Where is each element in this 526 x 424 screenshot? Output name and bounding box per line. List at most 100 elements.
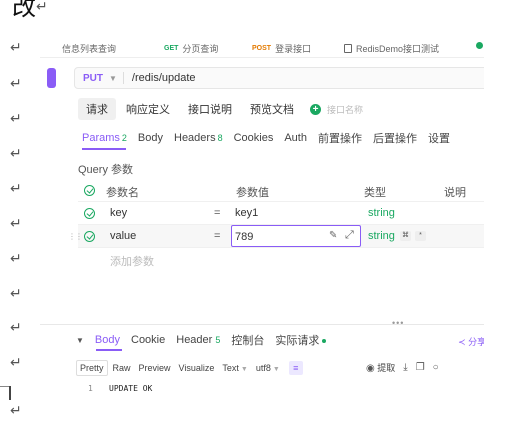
format-raw[interactable]: Raw (110, 361, 134, 375)
add-icon[interactable]: + (310, 103, 321, 115)
query-section-title: Query 参数 (78, 164, 134, 176)
tab-console[interactable]: 控制台 (231, 332, 264, 348)
url-input[interactable]: /redis/update (132, 72, 196, 84)
url-bar[interactable]: PUT ▼ /redis/update (74, 67, 484, 89)
tab-label: Cookies (233, 132, 274, 144)
tab-post-operations[interactable]: 后置操作 (373, 130, 417, 146)
params-table: 参数名 参数值 类型 说明 key = key1 string ⋮⋮ value… (68, 179, 484, 271)
param-name[interactable]: value (110, 230, 136, 242)
extract-button[interactable]: ◉ 提取 (366, 361, 395, 374)
paragraph-mark: ↵ (10, 355, 22, 371)
share-label: 分享 (468, 337, 484, 347)
tab-auth[interactable]: Auth (284, 132, 307, 144)
tab-login[interactable]: POST 登录接口 (252, 42, 311, 55)
param-type[interactable]: string (368, 230, 395, 242)
table-row: key = key1 string (78, 202, 484, 225)
tab-request[interactable]: 请求 (78, 98, 116, 120)
embedded-screenshot: 信息列表查询 GET 分页查询 POST 登录接口 RedisDemo接口测试 … (40, 34, 484, 406)
table-row: ⋮⋮ value = 789 ✎ ⤢ string ⌘ * (68, 225, 484, 248)
param-value[interactable]: key1 (235, 207, 258, 219)
collapse-chevron-icon[interactable]: ▼ (76, 336, 84, 345)
tab-settings[interactable]: 设置 (428, 130, 450, 146)
paragraph-mark: ↵ (10, 320, 22, 336)
row-checkbox[interactable] (84, 208, 95, 219)
download-icon[interactable]: ⤓ (403, 362, 407, 373)
select-all-checkbox[interactable] (84, 185, 95, 196)
tab-redis-demo[interactable]: RedisDemo接口测试 (344, 42, 439, 55)
row-checkbox[interactable] (84, 231, 95, 242)
format-pretty[interactable]: Pretty (76, 360, 108, 376)
divider (122, 72, 124, 84)
table-header-row: 参数名 参数值 类型 说明 (78, 179, 484, 202)
tab-label: Params (82, 132, 120, 144)
tab-params[interactable]: Params 2 (82, 132, 127, 144)
chevron-down-icon: ▼ (109, 73, 117, 83)
status-dot-icon (322, 339, 327, 344)
paragraph-mark: ↵ (10, 181, 22, 197)
tab-response-header[interactable]: Header 5 (176, 334, 220, 346)
tab-page-query[interactable]: GET 分页查询 (164, 42, 218, 55)
param-type[interactable]: string (368, 207, 395, 219)
tab-label: 分页查询 (182, 44, 219, 54)
wrap-lines-icon[interactable]: ≡ (288, 361, 303, 375)
tab-response-definition[interactable]: 响应定义 (118, 98, 178, 120)
paragraph-mark: ↵ (10, 251, 22, 267)
param-value-input[interactable]: 789 ✎ ⤢ (231, 225, 361, 247)
tab-info-list[interactable]: 信息列表查询 (62, 42, 116, 55)
share-button[interactable]: ≺ 分享 (458, 335, 484, 348)
equals-sign: = (214, 230, 221, 242)
tab-interface-description[interactable]: 接口说明 (180, 98, 240, 120)
count-badge: 8 (217, 133, 223, 143)
status-dot-icon (476, 42, 483, 49)
document-heading: 改↵ (12, 0, 48, 23)
response-body-viewer[interactable]: 1 UPDATE OK (76, 378, 484, 406)
format-visualize[interactable]: Visualize (176, 361, 218, 375)
resize-handle-icon[interactable]: ••• (392, 318, 404, 328)
tab-label: Header (176, 334, 213, 346)
copy-icon[interactable]: ❐ (416, 362, 425, 373)
tab-more[interactable] (476, 42, 483, 49)
panel-divider[interactable] (40, 324, 484, 325)
tab-label: Headers (174, 132, 216, 144)
tab-headers[interactable]: Headers 8 (174, 132, 223, 144)
tab-label: 信息列表查询 (62, 44, 117, 54)
column-header-description: 说明 (444, 187, 466, 199)
required-icon[interactable]: * (415, 231, 426, 241)
line-number: 1 (88, 384, 93, 393)
search-icon[interactable]: ○ (433, 362, 439, 373)
format-preview[interactable]: Preview (136, 361, 174, 375)
format-type-select[interactable]: Text ▼ (219, 361, 250, 375)
add-param-input[interactable]: 添加参数 (110, 253, 154, 269)
request-section-tabs: 请求 响应定义 接口说明 预览文档 + 接口名称 (78, 98, 363, 120)
tab-response-body[interactable]: Body (95, 334, 120, 346)
chevron-down-icon: ▼ (240, 366, 248, 373)
paragraph-mark: ↵ (10, 216, 22, 232)
tab-actual-request[interactable]: 实际请求 (275, 332, 327, 348)
interface-name-input[interactable]: 接口名称 (327, 103, 363, 116)
tab-pre-operations[interactable]: 前置操作 (318, 130, 362, 146)
tab-label: Auth (284, 132, 307, 144)
tab-cookies[interactable]: Cookies (234, 132, 274, 144)
select-value: utf8 (255, 363, 271, 373)
sidebar-accent (47, 68, 56, 88)
equals-sign: = (214, 207, 221, 219)
request-tabs-strip: 信息列表查询 GET 分页查询 POST 登录接口 RedisDemo接口测试 (40, 34, 484, 58)
heading-char: 改 (12, 0, 36, 21)
encoding-select[interactable]: utf8 ▼ (253, 361, 283, 375)
drag-handle-icon[interactable]: ⋮⋮ (68, 232, 83, 241)
expand-icon[interactable]: ⤢ (345, 229, 354, 242)
tab-body[interactable]: Body (138, 132, 163, 144)
pin-icon[interactable]: ✎ (329, 230, 337, 241)
tab-label: 前置操作 (317, 133, 362, 145)
paragraph-mark: ↵ (10, 403, 22, 419)
param-name[interactable]: key (110, 207, 127, 219)
method-select[interactable]: PUT (75, 73, 109, 84)
tab-preview-doc[interactable]: 预览文档 (242, 98, 302, 120)
tab-label: RedisDemo接口测试 (356, 44, 440, 54)
response-actions: ◉ 提取 ⤓ ❐ ○ (366, 361, 439, 374)
share-icon: ≺ (458, 337, 466, 347)
tab-response-cookie[interactable]: Cookie (131, 334, 165, 346)
document-icon (344, 44, 352, 53)
active-tab-indicator (96, 349, 122, 351)
type-mock-icon[interactable]: ⌘ (400, 231, 411, 241)
